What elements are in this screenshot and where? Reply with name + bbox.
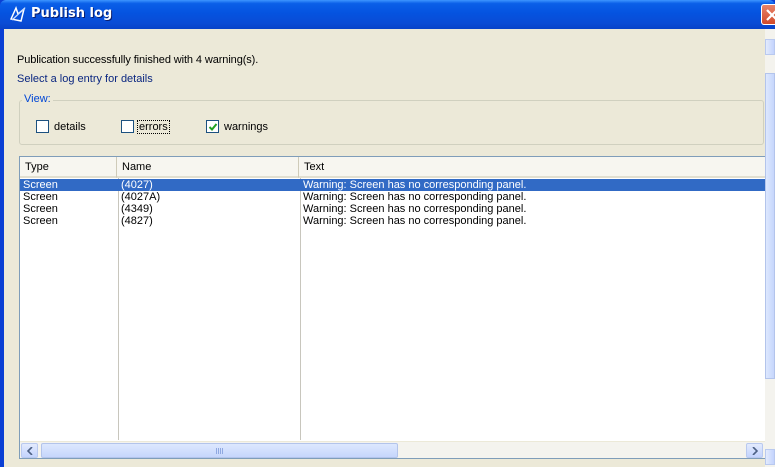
vertical-scroll-thumb[interactable] bbox=[765, 73, 775, 379]
table-row[interactable]: Screen (4349) Warning: Screen has no cor… bbox=[20, 203, 765, 215]
window-title: Publish log bbox=[31, 6, 113, 21]
cell-name: (4027A) bbox=[121, 191, 161, 203]
scroll-up-button[interactable] bbox=[765, 39, 775, 55]
scroll-left-icon bbox=[27, 447, 33, 455]
scroll-thumb[interactable] bbox=[41, 443, 398, 458]
warnings-label[interactable]: warnings bbox=[224, 121, 268, 133]
hint-message: Select a log entry for details bbox=[17, 73, 153, 85]
errors-checkbox[interactable] bbox=[121, 120, 134, 133]
cell-type: Screen bbox=[23, 215, 58, 227]
view-legend: View: bbox=[22, 93, 53, 105]
cell-name: (4027) bbox=[121, 179, 153, 191]
cell-type: Screen bbox=[23, 203, 58, 215]
status-message: Publication successfully finished with 4… bbox=[17, 54, 259, 66]
title-bar[interactable]: Publish log bbox=[0, 0, 775, 29]
cell-text: Warning: Screen has no corresponding pan… bbox=[303, 203, 527, 215]
close-icon bbox=[766, 9, 775, 21]
details-checkbox[interactable] bbox=[36, 120, 49, 133]
errors-label[interactable]: errors bbox=[137, 120, 170, 134]
scroll-left-button[interactable] bbox=[21, 443, 38, 458]
column-text[interactable]: Text bbox=[299, 157, 765, 178]
table-row[interactable]: Screen (4027A) Warning: Screen has no co… bbox=[20, 191, 765, 203]
table-row[interactable]: Screen (4027) Warning: Screen has no cor… bbox=[20, 179, 765, 191]
checkmark-icon bbox=[208, 123, 218, 131]
column-name[interactable]: Name bbox=[117, 157, 299, 178]
details-label[interactable]: details bbox=[54, 121, 86, 133]
horizontal-scrollbar[interactable] bbox=[20, 441, 765, 458]
cell-type: Screen bbox=[23, 179, 58, 191]
scroll-right-icon bbox=[752, 447, 758, 455]
cell-text: Warning: Screen has no corresponding pan… bbox=[303, 215, 527, 227]
scroll-right-button[interactable] bbox=[746, 443, 763, 458]
table-row[interactable]: Screen (4827) Warning: Screen has no cor… bbox=[20, 215, 765, 227]
cell-text: Warning: Screen has no corresponding pan… bbox=[303, 191, 527, 203]
publish-log-window: Publish log Publication successfully fin… bbox=[0, 0, 775, 467]
cell-name: (4827) bbox=[121, 215, 153, 227]
list-header: Type Name Text bbox=[20, 157, 765, 178]
publish-log-icon bbox=[9, 5, 27, 23]
list-body: Screen (4027) Warning: Screen has no cor… bbox=[20, 178, 765, 440]
column-type[interactable]: Type bbox=[20, 157, 117, 178]
warnings-checkbox[interactable] bbox=[206, 120, 219, 133]
scroll-down-button[interactable] bbox=[765, 449, 775, 465]
close-button[interactable] bbox=[761, 4, 775, 25]
vertical-scrollbar[interactable] bbox=[765, 29, 775, 467]
cell-text: Warning: Screen has no corresponding pan… bbox=[303, 179, 527, 191]
cell-name: (4349) bbox=[121, 203, 153, 215]
log-list[interactable]: Type Name Text Screen (4027) Warning: Sc… bbox=[19, 156, 766, 459]
cell-type: Screen bbox=[23, 191, 58, 203]
